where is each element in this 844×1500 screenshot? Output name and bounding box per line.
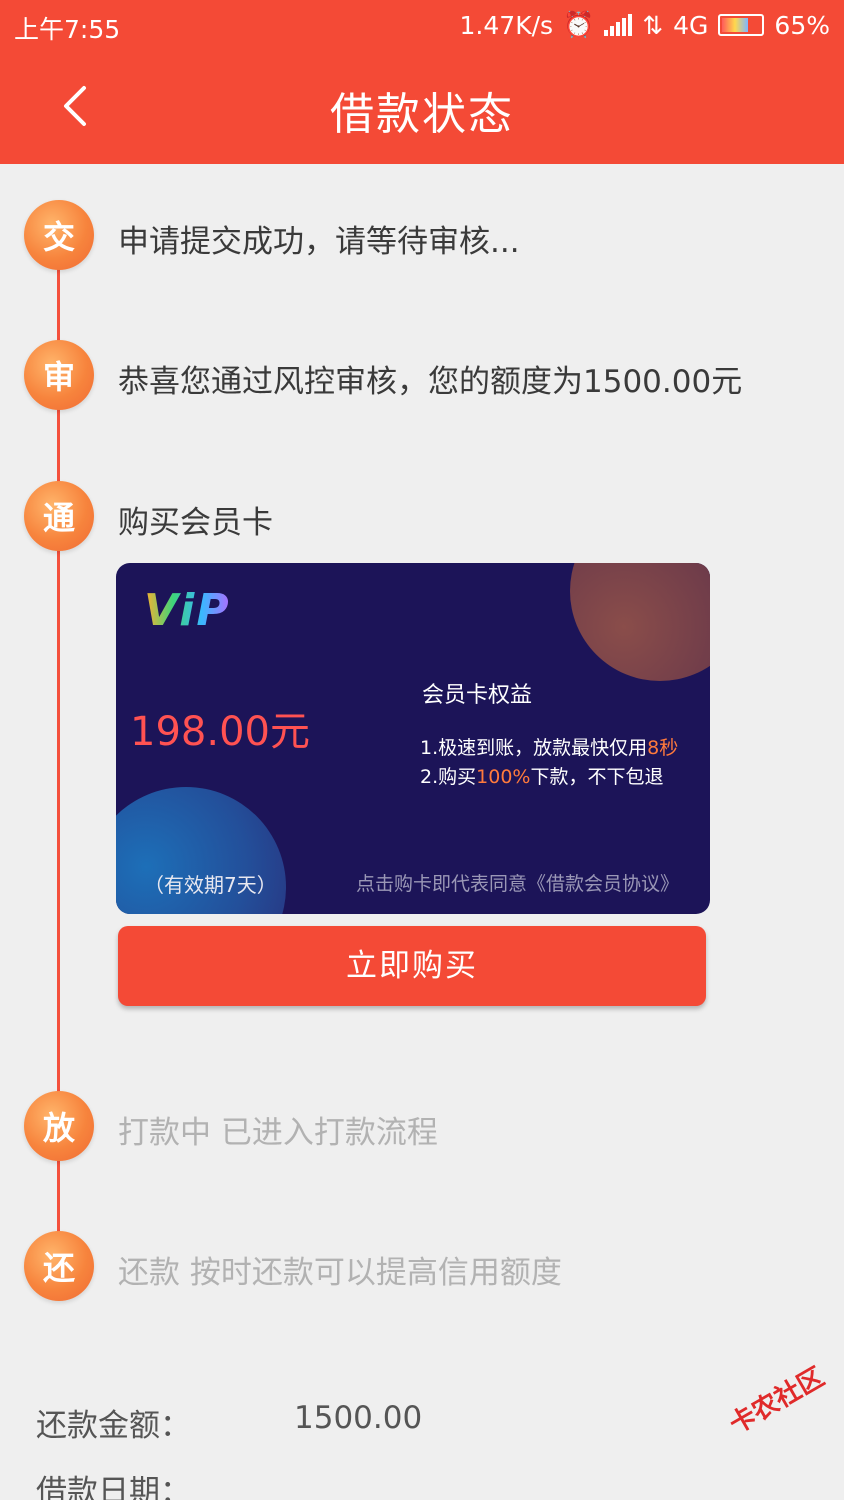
agreement-link[interactable]: 点击购卡即代表同意《借款会员协议》	[356, 869, 679, 896]
network-speed: 1.47K/s	[459, 10, 554, 40]
battery-percent: 65%	[774, 10, 830, 40]
step-review-icon: 审	[24, 340, 94, 410]
step-disburse-text: 打款中 已进入打款流程	[118, 1115, 438, 1151]
step-submit-text: 申请提交成功，请等待审核...	[118, 224, 520, 260]
status-bar: 上午7:55 1.47K/s ⏰ ⇅ 4G 65%	[0, 0, 844, 50]
benefits-title: 会员卡权益	[422, 683, 533, 708]
step-pass-text: 购买会员卡	[118, 505, 273, 541]
step-submit-icon: 交	[24, 200, 94, 270]
card-decoration	[570, 563, 710, 681]
benefit-1-highlight: 8秒	[647, 737, 679, 759]
benefit-2-highlight: 100%	[476, 766, 531, 788]
watermark-logo: 卡农社区	[724, 1362, 830, 1441]
loan-date-label: 借款日期：	[36, 1474, 191, 1500]
vip-card[interactable]: ViP 198.00元 会员卡权益 1.极速到账，放款最快仅用8秒 2.购买10…	[116, 563, 710, 914]
status-time: 上午7:55	[14, 15, 121, 44]
benefit-2-suffix: 下款，不下包退	[530, 766, 664, 788]
battery-icon	[718, 14, 765, 36]
alarm-off-icon: ⏰	[563, 10, 595, 39]
status-icons: 1.47K/s ⏰ ⇅ 4G 65%	[460, 10, 830, 40]
repay-amount-label: 还款金额：	[36, 1408, 191, 1444]
step-pass-icon: 通	[24, 481, 94, 551]
step-repay-text: 还款 按时还款可以提高信用额度	[118, 1255, 562, 1291]
data-arrows-icon: ⇅	[642, 10, 664, 40]
vip-logo: ViP	[144, 585, 231, 636]
step-review-text: 恭喜您通过风控审核，您的额度为1500.00元	[118, 364, 743, 400]
network-type: 4G	[673, 10, 709, 40]
step-repay-icon: 还	[24, 1231, 94, 1301]
benefit-item-2: 2.购买100%下款，不下包退	[420, 762, 663, 789]
signal-icon	[604, 14, 633, 36]
benefit-item-1: 1.极速到账，放款最快仅用8秒	[420, 733, 678, 760]
header-bar: 借款状态	[0, 50, 844, 164]
vip-price: 198.00元	[130, 709, 310, 755]
validity-text: （有效期7天）	[144, 873, 277, 897]
buy-now-button[interactable]: 立即购买	[118, 926, 706, 1006]
page-title: 借款状态	[330, 89, 514, 140]
benefit-2-text: 2.购买	[420, 766, 477, 788]
benefit-1-text: 1.极速到账，放款最快仅用	[420, 737, 648, 759]
repay-amount-value: 1500.00	[294, 1400, 423, 1436]
step-disburse-icon: 放	[24, 1091, 94, 1161]
